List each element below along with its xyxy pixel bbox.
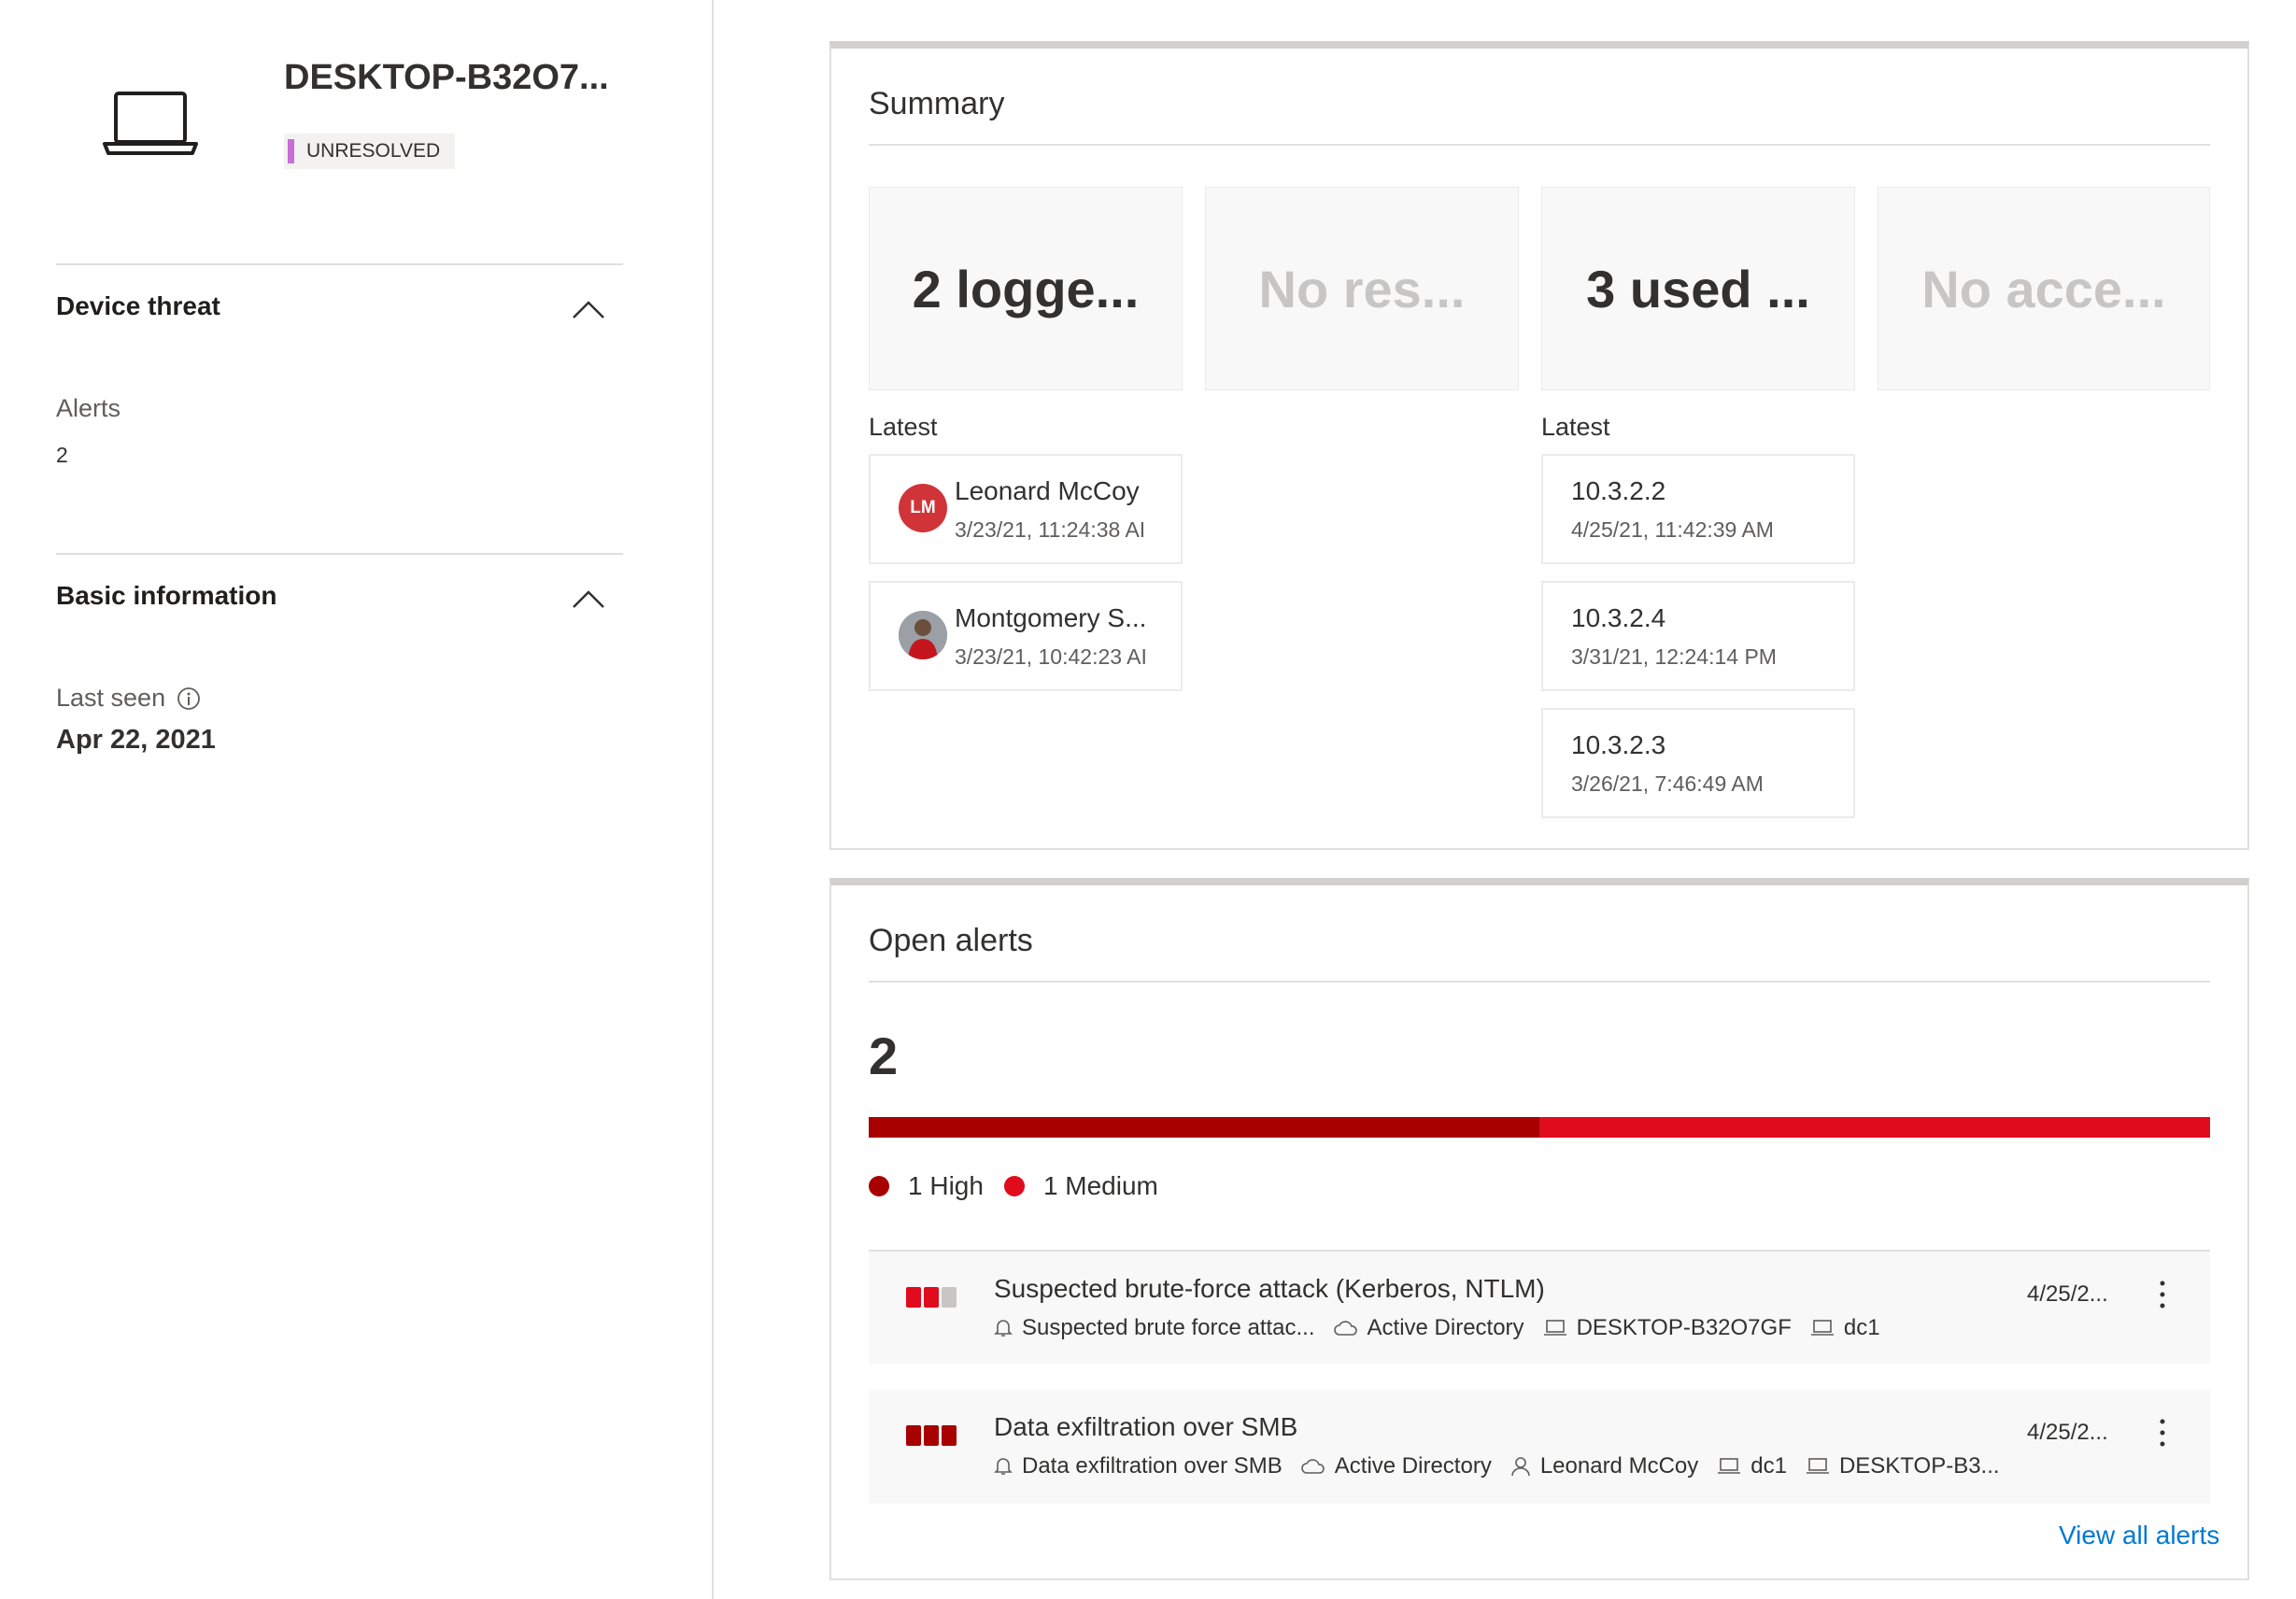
legend-high-label: 1 High [908,1171,984,1200]
open-alerts-title: Open alerts [869,923,1033,958]
basic-information-heading: Basic information [56,581,277,610]
resources-tile[interactable]: No res... [1205,187,1519,390]
ip-entry[interactable]: 10.3.2.2 4/25/21, 11:42:39 AM [1541,454,1855,564]
alerts-label: Alerts [56,394,121,422]
latest-users-label: Latest [869,413,938,441]
alert-device-label: dc1 [1843,1315,1880,1340]
alert-device-label: DESKTOP-B32O7GF [1576,1315,1792,1340]
alert-date: 4/25/2... [2027,1420,2108,1445]
user-entry[interactable]: LM Leonard McCoy 3/23/21, 11:24:38 AI [869,454,1183,564]
laptop-icon [1810,1320,1834,1336]
cloud-icon [1301,1459,1325,1474]
alert-type-label: Data exfiltration over SMB [1022,1453,1283,1479]
accessed-tile[interactable]: No acce... [1878,187,2210,390]
alert-device-label: dc1 [1750,1453,1787,1479]
severity-bar-medium [1539,1117,2210,1138]
card-divider [869,144,2210,146]
user-time: 3/23/21, 11:24:38 AI [955,517,1146,542]
legend-medium: 1 Medium [1003,1171,1158,1201]
alert-row[interactable]: Data exfiltration over SMB Data exfiltra… [869,1390,2210,1504]
alert-type-label: Suspected brute force attac... [1022,1315,1315,1340]
latest-ips-label: Latest [1541,413,1610,441]
view-all-alerts-link[interactable]: View all alerts [2059,1521,2219,1550]
alert-device-label: DESKTOP-B3... [1838,1453,2000,1479]
ip-time: 4/25/21, 11:42:39 AM [1571,517,1774,542]
last-seen-value: Apr 22, 2021 [56,725,216,755]
card-divider [869,981,2210,983]
ip-address: 10.3.2.4 [1571,603,1666,632]
user-photo-icon [899,611,947,659]
alert-user: Leonard McCoy [1510,1453,1698,1479]
used-ips-tile[interactable]: 3 used ... [1541,187,1855,390]
ip-address: 10.3.2.2 [1571,476,1666,505]
last-seen-label: Last seen [56,684,166,712]
open-alerts-card: Open alerts 2 1 High 1 Medium Suspected … [829,878,2249,1580]
avatar [899,611,947,659]
medium-severity-icon [906,1287,957,1308]
alert-source-label: Active Directory [1334,1453,1492,1479]
laptop-icon [103,92,198,155]
legend-high: 1 High [869,1171,984,1201]
device-side-panel: DESKTOP-B32O7... UNRESOLVED Device threa… [0,0,714,1599]
laptop-icon [1543,1320,1566,1336]
section-divider [56,553,623,555]
laptop-icon [1806,1458,1829,1474]
ip-time: 3/26/21, 7:46:49 AM [1571,771,1764,796]
ip-address: 10.3.2.3 [1571,730,1666,759]
status-badge-label: UNRESOLVED [306,140,441,162]
alert-source: Active Directory [1333,1315,1524,1341]
alert-device: DESKTOP-B3... [1806,1453,2000,1479]
laptop-icon [1718,1458,1741,1474]
legend-medium-label: 1 Medium [1042,1171,1158,1200]
alert-source: Active Directory [1301,1453,1492,1479]
bell-icon [994,1320,1013,1337]
device-threat-heading: Device threat [56,291,220,320]
medium-severity-dot [1003,1176,1025,1196]
ip-entry[interactable]: 10.3.2.4 3/31/21, 12:24:14 PM [1541,581,1855,691]
severity-bar-high [869,1117,1539,1138]
user-entry[interactable]: Montgomery S... 3/23/21, 10:42:23 AI [869,581,1183,691]
avatar: LM [899,484,947,532]
alert-device: dc1 [1810,1315,1880,1341]
cloud-icon [1333,1321,1357,1336]
status-badge: UNRESOLVED [284,134,456,169]
alert-user-label: Leonard McCoy [1539,1453,1699,1479]
more-options-icon[interactable] [2148,1276,2176,1313]
alert-date: 4/25/2... [2027,1281,2108,1307]
info-icon[interactable] [177,686,201,711]
ip-entry[interactable]: 10.3.2.3 3/26/21, 7:46:49 AM [1541,708,1855,818]
user-name: Leonard McCoy [955,476,1140,505]
bell-icon [994,1458,1013,1475]
chevron-up-icon[interactable] [572,588,605,609]
more-options-icon[interactable] [2148,1414,2176,1451]
last-seen-label-row: Last seen [56,684,201,713]
high-severity-dot [869,1176,889,1196]
high-severity-icon [906,1425,957,1446]
chevron-up-icon[interactable] [572,299,605,319]
alert-title[interactable]: Suspected brute-force attack (Kerberos, … [994,1274,1545,1304]
alert-title[interactable]: Data exfiltration over SMB [994,1412,1297,1442]
section-divider [56,263,623,265]
alert-meta: Suspected brute force attac... Active Di… [994,1315,1899,1341]
logged-on-users-tile[interactable]: 2 logge... [869,187,1183,390]
alerts-value: 2 [56,443,68,467]
alert-meta: Data exfiltration over SMB Active Direct… [994,1453,2019,1479]
user-time: 3/23/21, 10:42:23 AI [955,644,1147,669]
alert-type: Suspected brute force attac... [994,1315,1315,1341]
ip-time: 3/31/21, 12:24:14 PM [1571,644,1777,669]
alert-device: DESKTOP-B32O7GF [1543,1315,1792,1341]
alert-source-label: Active Directory [1367,1315,1524,1340]
severity-distribution-bar [869,1117,2210,1138]
alert-device: dc1 [1717,1453,1787,1479]
status-indicator [288,139,294,163]
open-alerts-count: 2 [869,1026,899,1085]
user-name: Montgomery S... [955,603,1147,632]
person-icon [1511,1457,1530,1477]
severity-legend: 1 High 1 Medium [869,1171,1179,1201]
device-name: DESKTOP-B32O7... [284,58,609,97]
summary-title: Summary [869,86,1005,121]
alert-row[interactable]: Suspected brute-force attack (Kerberos, … [869,1250,2210,1364]
summary-card: Summary 2 logge... No res... 3 used ... … [829,41,2249,850]
alert-type: Data exfiltration over SMB [994,1453,1283,1479]
